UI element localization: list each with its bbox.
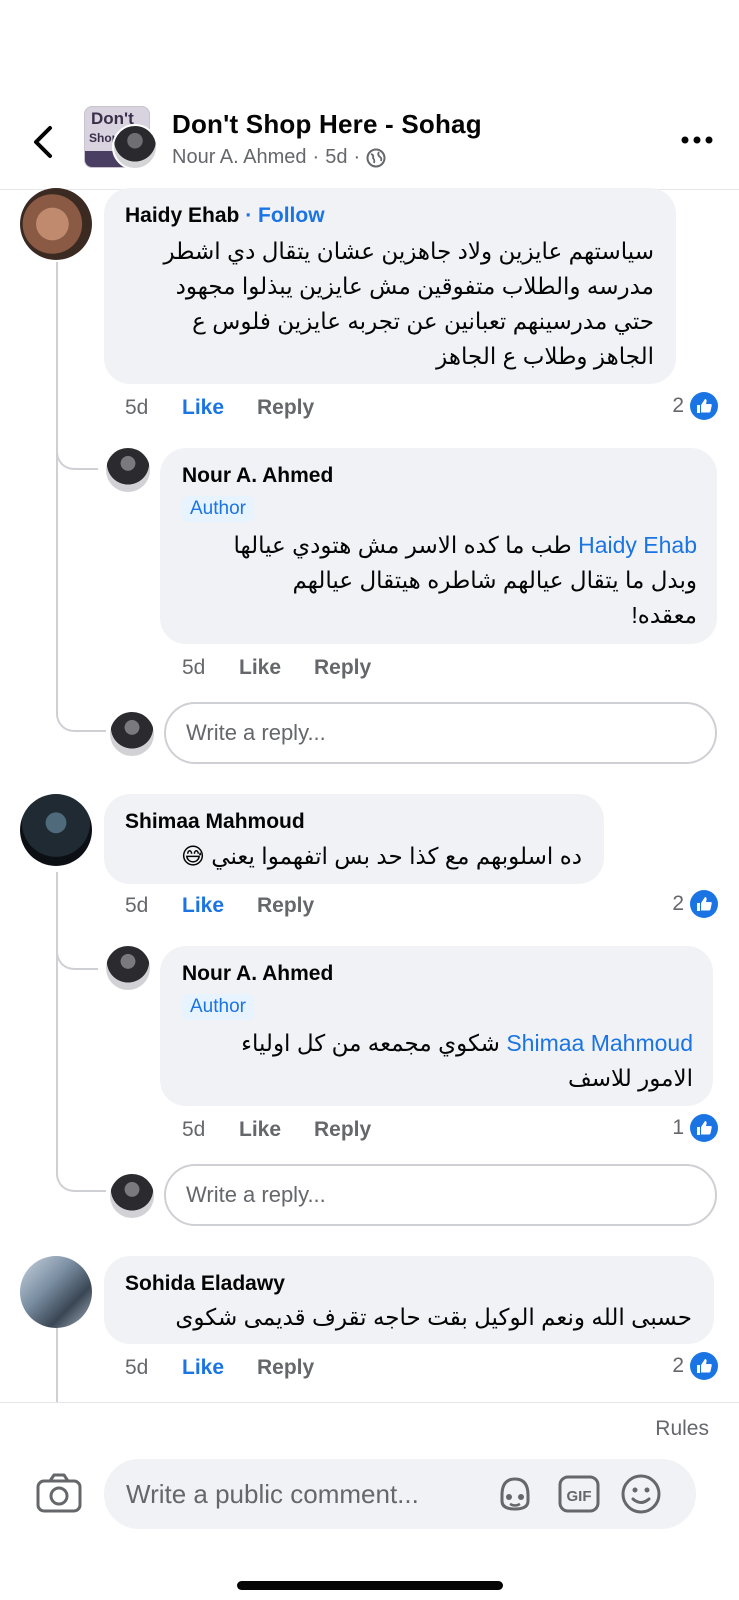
comment-text-line: حتي مدرسينهم تعبانين عن تجربه عايزين فلو… xyxy=(192,308,654,334)
reaction-count-number: 1 xyxy=(672,1116,684,1139)
reply-button[interactable]: Reply xyxy=(314,1118,371,1142)
back-arrow-icon[interactable] xyxy=(28,124,58,160)
thread-connector xyxy=(56,1140,106,1192)
reaction-count[interactable]: 2 xyxy=(672,1352,718,1380)
thread-line xyxy=(56,1326,58,1402)
reply-time[interactable]: 5d xyxy=(182,1118,205,1142)
more-icon[interactable] xyxy=(680,132,714,148)
like-icon xyxy=(690,1114,718,1142)
comment-input[interactable]: Write a public comment... GIF xyxy=(104,1459,696,1529)
comment-author[interactable]: Haidy Ehab · Follow xyxy=(125,204,325,228)
like-button[interactable]: Like xyxy=(182,396,224,420)
like-icon xyxy=(690,890,718,918)
emoji-icon[interactable] xyxy=(620,1473,662,1515)
reply-author-name[interactable]: Nour A. Ahmed xyxy=(182,464,333,488)
reply-button[interactable]: Reply xyxy=(257,396,314,420)
thread-line xyxy=(56,262,58,682)
globe-icon xyxy=(366,148,386,167)
comment-time[interactable]: 5d xyxy=(125,894,148,918)
avatar[interactable] xyxy=(106,946,150,990)
thread-connector xyxy=(56,420,98,470)
post-author[interactable]: Nour A. Ahmed xyxy=(172,146,307,169)
like-button[interactable]: Like xyxy=(182,894,224,918)
comment-author-name[interactable]: Haidy Ehab xyxy=(125,204,239,227)
like-icon xyxy=(690,392,718,420)
comment-input-placeholder: Write a public comment... xyxy=(126,1479,419,1509)
svg-text:GIF: GIF xyxy=(567,1488,592,1505)
reaction-count[interactable]: 2 xyxy=(672,392,718,420)
comment-text-line: سياستهم عايزين ولاد جاهزين عشان يتقال دي… xyxy=(163,238,654,264)
reply-bubble: Nour A. Ahmed Author Shimaa Mahmoud شكوي… xyxy=(160,946,713,1106)
reply-input-placeholder: Write a reply... xyxy=(186,720,326,745)
reply-text-fragment: طب ما كده الاسر مش هتودي عيالها xyxy=(233,532,572,558)
reply-button[interactable]: Reply xyxy=(257,894,314,918)
comment-bubble: Haidy Ehab · Follow سياستهم عايزين ولاد … xyxy=(104,188,676,384)
gif-icon[interactable]: GIF xyxy=(558,1473,600,1515)
reply-input-placeholder: Write a reply... xyxy=(186,1182,326,1207)
mention-link[interactable]: Shimaa Mahmoud xyxy=(506,1030,693,1056)
avatar[interactable] xyxy=(106,448,150,492)
reply-input[interactable]: Write a reply... xyxy=(164,1164,717,1226)
comment-text: ده اسلوبهم مع كذا حد بس اتفهموا يعني 😅 xyxy=(180,843,582,869)
thread-connector xyxy=(56,680,106,732)
comment-bubble: Sohida Eladawy حسبى الله ونعم الوكيل بقت… xyxy=(104,1256,714,1344)
comment-composer-bar: Rules Write a public comment... GIF xyxy=(0,1402,739,1600)
reply-text-fragment: شكوي مجمعه من كل اولياء xyxy=(241,1030,500,1056)
reply-text-line: الامور للاسف xyxy=(567,1065,693,1091)
reply-bubble: Nour A. Ahmed Author Haidy Ehab طب ما كد… xyxy=(160,448,717,644)
home-indicator xyxy=(237,1581,503,1590)
like-icon xyxy=(690,1352,718,1380)
reply-text: Haidy Ehab طب ما كده الاسر مش هتودي عيال… xyxy=(177,528,697,633)
follow-button[interactable]: · Follow xyxy=(245,204,324,227)
reply-author-name[interactable]: Nour A. Ahmed xyxy=(182,962,333,986)
comment-author-name[interactable]: Sohida Eladawy xyxy=(125,1272,285,1296)
avatar xyxy=(110,712,154,756)
comment-text-line: الجاهز وطلاب ع الجاهز xyxy=(436,343,654,369)
avatar[interactable] xyxy=(20,188,92,260)
reply-time[interactable]: 5d xyxy=(182,656,205,680)
reply-text-line: وبدل ما يتقال عيالهم شاطره هيتقال عيالهم xyxy=(292,567,697,593)
reply-button[interactable]: Reply xyxy=(314,656,371,680)
avatar xyxy=(110,1174,154,1218)
comment-text: سياستهم عايزين ولاد جاهزين عشان يتقال دي… xyxy=(114,234,654,374)
reply-input[interactable]: Write a reply... xyxy=(164,702,717,764)
avatar[interactable] xyxy=(20,1256,92,1328)
reply-text: Shimaa Mahmoud شكوي مجمعه من كل اولياء ا… xyxy=(173,1026,693,1096)
comment-bubble: Shimaa Mahmoud ده اسلوبهم مع كذا حد بس ا… xyxy=(104,794,604,884)
like-button[interactable]: Like xyxy=(239,1118,281,1142)
rules-link[interactable]: Rules xyxy=(655,1417,709,1441)
avatar-sticker-icon[interactable] xyxy=(494,1473,536,1515)
comment-time[interactable]: 5d xyxy=(125,1356,148,1380)
avatar[interactable] xyxy=(20,794,92,866)
reply-text-line: Shimaa Mahmoud شكوي مجمعه من كل اولياء xyxy=(173,1026,693,1061)
separator-dot: · xyxy=(312,146,320,168)
reply-text-line: معقده! xyxy=(631,602,697,628)
comment-author-name[interactable]: Shimaa Mahmoud xyxy=(125,810,305,834)
mention-link[interactable]: Haidy Ehab xyxy=(578,532,697,558)
comment-text-line: مدرسه والطلاب متفوقين مش عايزين يبذلوا م… xyxy=(175,273,654,299)
comment-time[interactable]: 5d xyxy=(125,396,148,420)
comment-text: حسبى الله ونعم الوكيل بقت حاجه تقرف قديم… xyxy=(175,1304,692,1330)
post-subtitle: Nour A. Ahmed · 5d · xyxy=(172,146,386,169)
camera-icon[interactable] xyxy=(36,1473,82,1513)
reply-text-line: Haidy Ehab طب ما كده الاسر مش هتودي عيال… xyxy=(177,528,697,563)
reaction-count-number: 2 xyxy=(672,1354,684,1377)
reaction-count-number: 2 xyxy=(672,892,684,915)
thread-connector xyxy=(56,920,98,970)
post-header: Don't Shop Don't Shop Here - Sohag Nour … xyxy=(0,96,739,190)
author-avatar[interactable] xyxy=(112,124,158,170)
reaction-count[interactable]: 2 xyxy=(672,890,718,918)
author-badge: Author xyxy=(182,994,254,1020)
reaction-count-number: 2 xyxy=(672,394,684,417)
thread-line xyxy=(56,872,58,1162)
group-title[interactable]: Don't Shop Here - Sohag xyxy=(172,109,482,140)
reaction-count[interactable]: 1 xyxy=(672,1114,718,1142)
like-button[interactable]: Like xyxy=(239,656,281,680)
like-button[interactable]: Like xyxy=(182,1356,224,1380)
author-badge: Author xyxy=(182,496,254,522)
reply-button[interactable]: Reply xyxy=(257,1356,314,1380)
separator-dot: · xyxy=(353,146,361,168)
post-time[interactable]: 5d xyxy=(325,146,347,169)
